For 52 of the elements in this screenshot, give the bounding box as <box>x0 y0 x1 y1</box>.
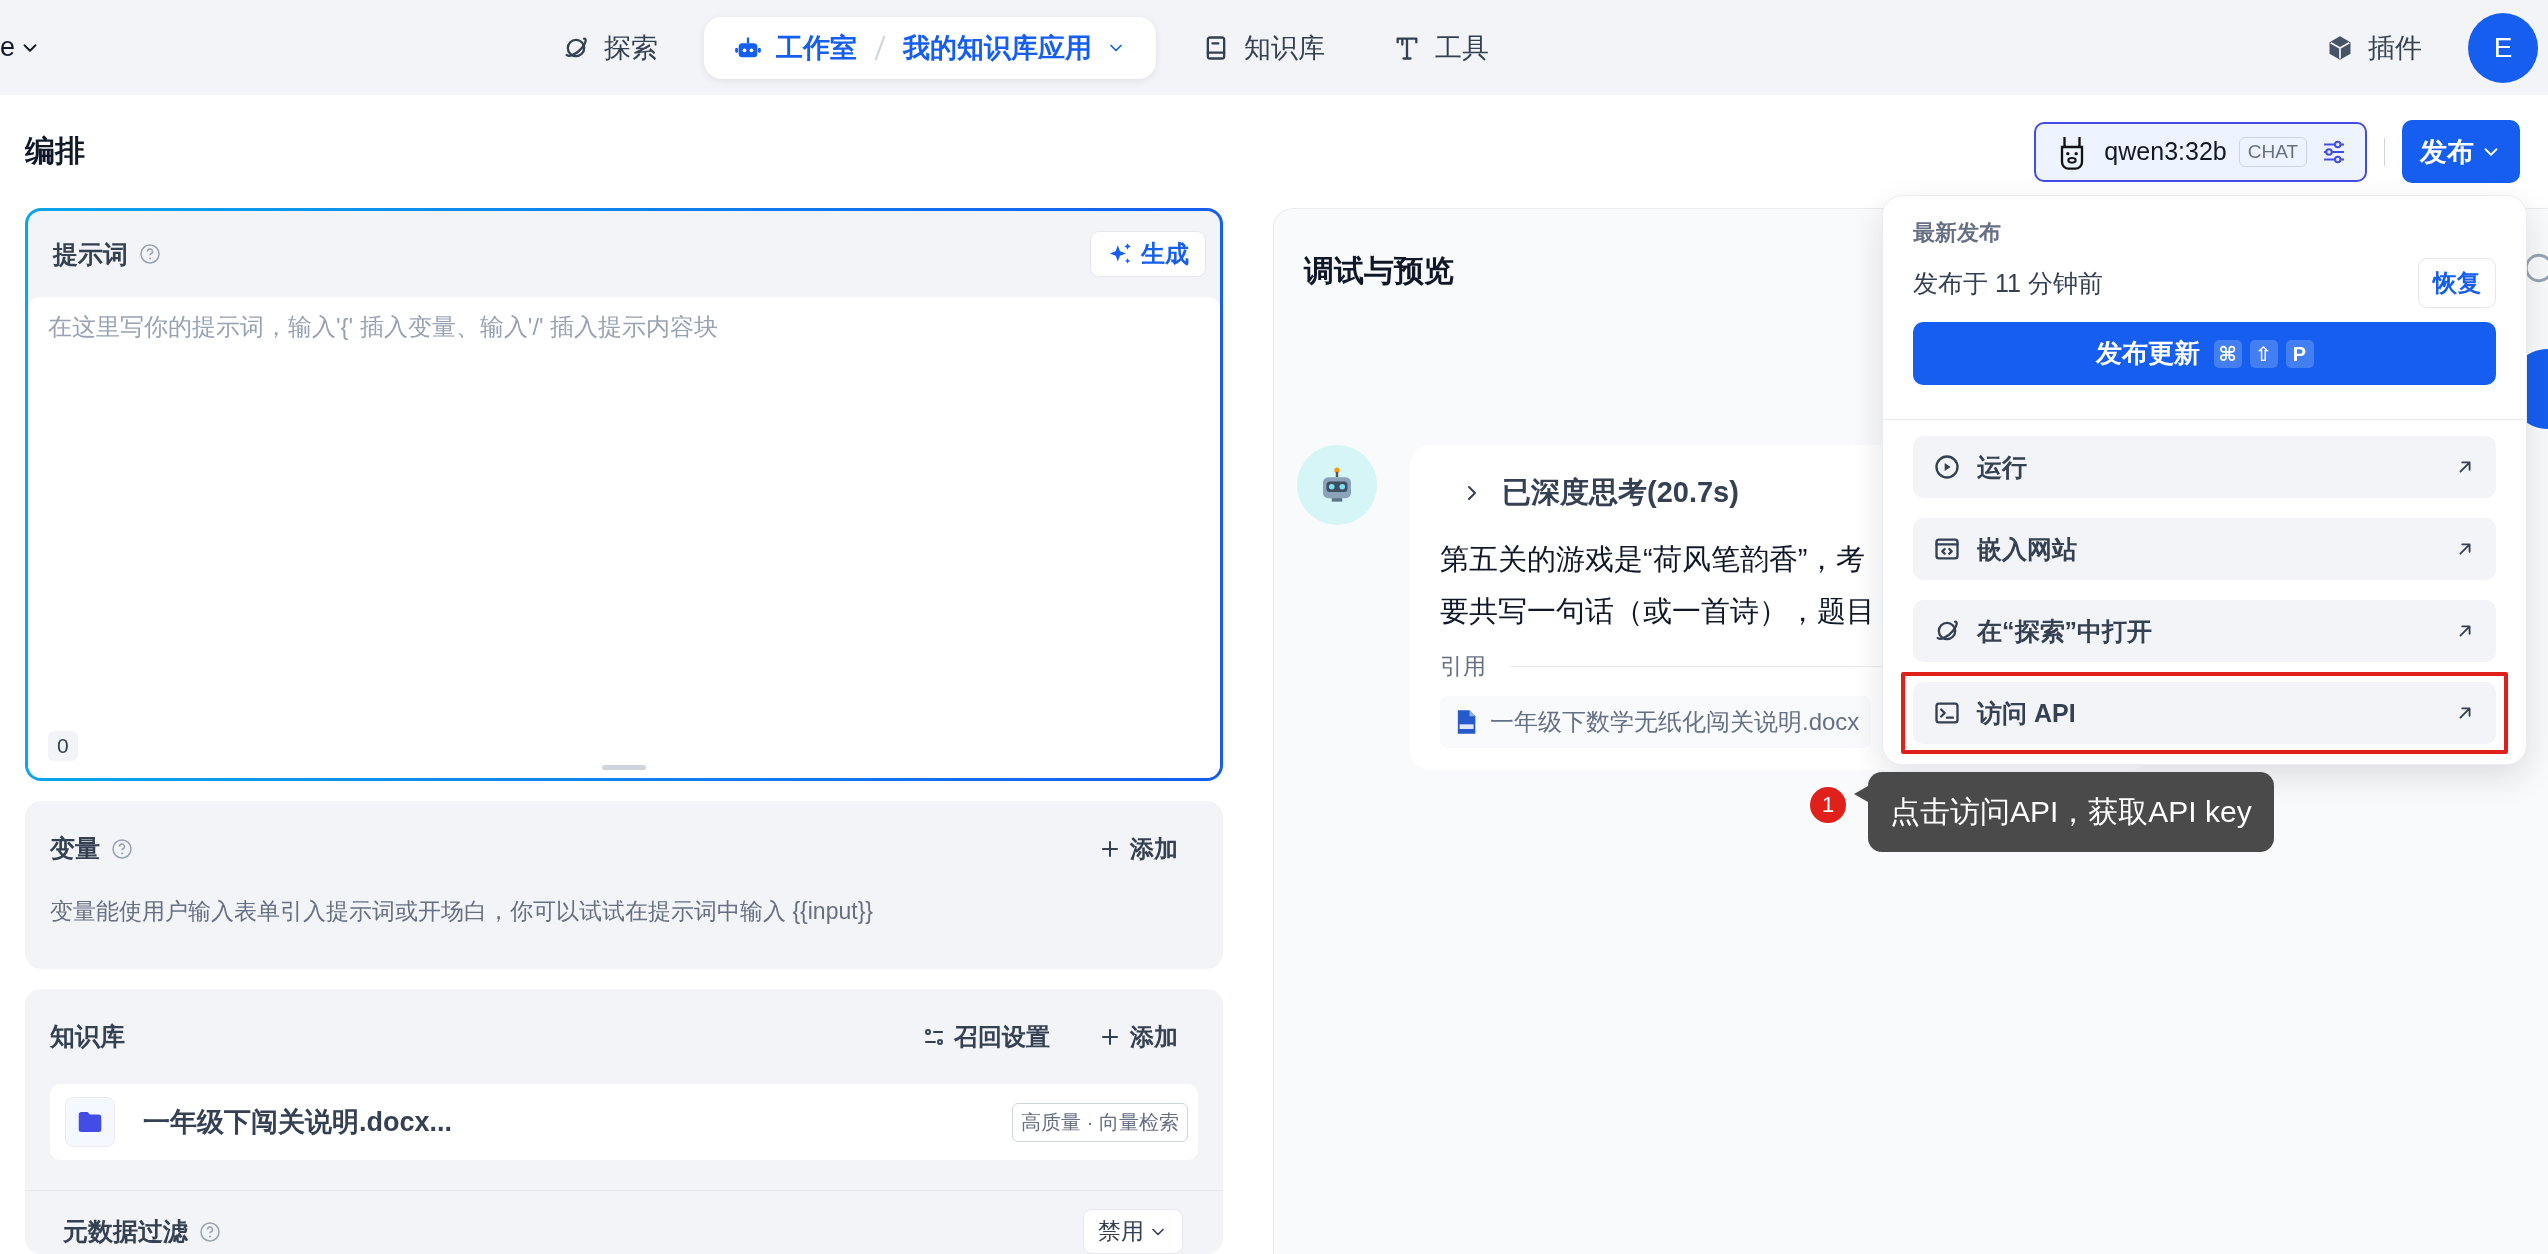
citation-label: 引用 <box>1440 652 1486 681</box>
nav-tab[interactable]: 工具 <box>1371 16 1511 79</box>
menu-item[interactable]: 嵌入网站 <box>1913 518 2496 580</box>
shortcut-key: P <box>2285 339 2314 368</box>
help-icon <box>198 1219 222 1244</box>
publish-update-button[interactable]: 发布更新 ⌘ ⇧ P <box>1913 322 2496 385</box>
play-icon <box>1933 453 1961 481</box>
app-name-dropdown[interactable]: 我的知识库应用 <box>903 29 1092 66</box>
nav-tab[interactable]: 探索 <box>540 16 680 79</box>
publish-time: 发布于 11 分钟前 <box>1913 267 2103 299</box>
dataset-tag: 高质量 · 向量检索 <box>1012 1102 1188 1142</box>
shortcut-key: ⇧ <box>2249 339 2278 368</box>
publish-button[interactable]: 发布 <box>2402 120 2520 183</box>
plugins-button[interactable]: 插件 <box>2320 28 2428 67</box>
message-text: 第五关的游戏是“荷风笔韵香”，考 <box>1440 542 1866 577</box>
variables-description: 变量能使用户输入表单引入提示词或开场白，你可以试试在提示词中输入 {{input}} <box>50 897 874 926</box>
filter-dropdown[interactable]: 禁用 <box>1083 1209 1183 1254</box>
resize-handle[interactable] <box>602 765 646 770</box>
card-title: 变量 <box>50 833 100 864</box>
sparkle-icon <box>1107 241 1133 267</box>
card-title: 知识库 <box>50 1021 125 1052</box>
help-icon <box>110 836 134 861</box>
prompt-input[interactable]: 在这里写你的提示词，输入'{' 插入变量、输入'/' 插入提示内容块 <box>48 311 1200 731</box>
card-title: 提示词 <box>53 238 128 270</box>
restore-button[interactable]: 恢复 <box>2418 258 2496 308</box>
nav-tab[interactable]: 知识库 <box>1180 16 1347 79</box>
model-selector[interactable]: qwen3:32b CHAT <box>2034 121 2367 182</box>
panel-title: 调试与预览 <box>1304 253 1454 289</box>
retrieval-settings-button[interactable]: 召回设置 <box>916 1019 1056 1054</box>
menu-item[interactable]: 运行 <box>1913 436 2496 498</box>
dataset-name: 一年级下闯关说明.docx... <box>143 1106 454 1139</box>
tooltip: 点击访问API，获取API key <box>1868 772 2274 852</box>
nav-tab[interactable]: 工作室 我的知识库应用 <box>704 16 1156 79</box>
add-button[interactable]: 添加 <box>1092 1019 1184 1054</box>
shortcut-key: ⌘ <box>2213 339 2242 368</box>
menu-item[interactable]: 在“探索”中打开 <box>1913 600 2496 662</box>
metadata-filter-label: 元数据过滤 <box>63 1216 188 1247</box>
thinking-toggle[interactable]: 已深度思考(20.7s) <box>1440 467 1759 519</box>
user-avatar[interactable]: E <box>2468 12 2538 83</box>
section-title: 编排 <box>25 133 85 169</box>
add-button[interactable]: 添加 <box>1092 831 1184 866</box>
workspace-name: e <box>0 32 16 63</box>
generate-button[interactable]: 生成 <box>1090 231 1206 277</box>
message-text: 要共写一句话（或一首诗），题目 <box>1440 594 1875 629</box>
menu-item[interactable]: 访问 API <box>1913 682 2496 744</box>
citation-chip[interactable]: 一年级下数学无纸化闯关说明.docx <box>1440 696 1872 748</box>
help-icon <box>138 242 162 266</box>
prompt-editor[interactable]: 在这里写你的提示词，输入'{' 插入变量、输入'/' 插入提示内容块 0 <box>28 297 1220 778</box>
char-count: 0 <box>48 731 78 761</box>
dataset-item[interactable]: 一年级下闯关说明.docx... 高质量 · 向量检索 <box>50 1084 1198 1160</box>
mode-tag: CHAT <box>2238 136 2307 167</box>
section-label: 最新发布 <box>1913 219 2002 247</box>
